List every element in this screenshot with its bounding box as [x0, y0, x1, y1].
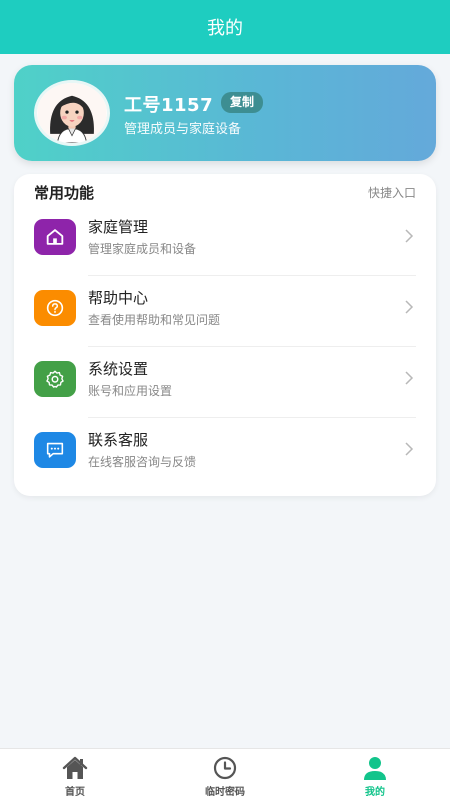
- home-icon: [34, 219, 76, 255]
- item-title: 联系客服: [88, 431, 149, 449]
- avatar[interactable]: [34, 80, 110, 146]
- item-subtitle: 查看使用帮助和常见问题: [88, 313, 221, 327]
- page-header: 我的: [0, 0, 450, 54]
- item-subtitle: 在线客服咨询与反馈: [88, 455, 197, 469]
- tab-temp-password[interactable]: 临时密码: [150, 749, 300, 800]
- list-item-help-center[interactable]: 帮助中心 查看使用帮助和常见问题: [14, 276, 436, 347]
- tab-label: 我的: [365, 787, 385, 798]
- house-icon: [61, 755, 89, 781]
- page-title: 我的: [207, 18, 243, 39]
- bottom-tab-bar: 首页 临时密码 我的: [0, 748, 450, 800]
- gear-icon: [34, 361, 76, 397]
- chevron-right-icon: [405, 300, 414, 314]
- avatar-illustration: [37, 83, 107, 143]
- list-item-system-settings[interactable]: 系统设置 账号和应用设置: [14, 347, 436, 418]
- list-item-customer-service[interactable]: 联系客服 在线客服咨询与反馈: [14, 418, 436, 489]
- list-item-family-management[interactable]: 家庭管理 管理家庭成员和设备: [14, 205, 436, 276]
- tab-label: 临时密码: [205, 787, 245, 798]
- item-title: 帮助中心: [88, 289, 149, 307]
- help-icon: [34, 290, 76, 326]
- tab-label: 首页: [65, 787, 85, 798]
- item-title: 系统设置: [88, 360, 149, 378]
- quick-entry-link[interactable]: 快捷入口: [368, 184, 416, 201]
- item-subtitle: 管理家庭成员和设备: [88, 242, 197, 256]
- copy-button[interactable]: 复制: [221, 92, 264, 113]
- person-icon: [361, 755, 389, 781]
- tab-mine[interactable]: 我的: [300, 749, 450, 800]
- chevron-right-icon: [405, 442, 414, 456]
- item-subtitle: 账号和应用设置: [88, 384, 173, 398]
- chevron-right-icon: [405, 229, 414, 243]
- clock-icon: [211, 755, 239, 781]
- tab-home[interactable]: 首页: [0, 749, 150, 800]
- common-functions-card: 常用功能 快捷入口 家庭管理 管理家庭成员和设备 帮助中心 查看使用帮助和常见问…: [14, 174, 436, 496]
- section-title: 常用功能: [34, 184, 95, 202]
- user-id: 工号1157: [124, 95, 214, 116]
- profile-card[interactable]: 工号1157 复制 管理成员与家庭设备: [14, 65, 436, 161]
- item-title: 家庭管理: [88, 218, 149, 236]
- chat-icon: [34, 432, 76, 468]
- chevron-right-icon: [405, 371, 414, 385]
- profile-subtitle: 管理成员与家庭设备: [124, 122, 242, 137]
